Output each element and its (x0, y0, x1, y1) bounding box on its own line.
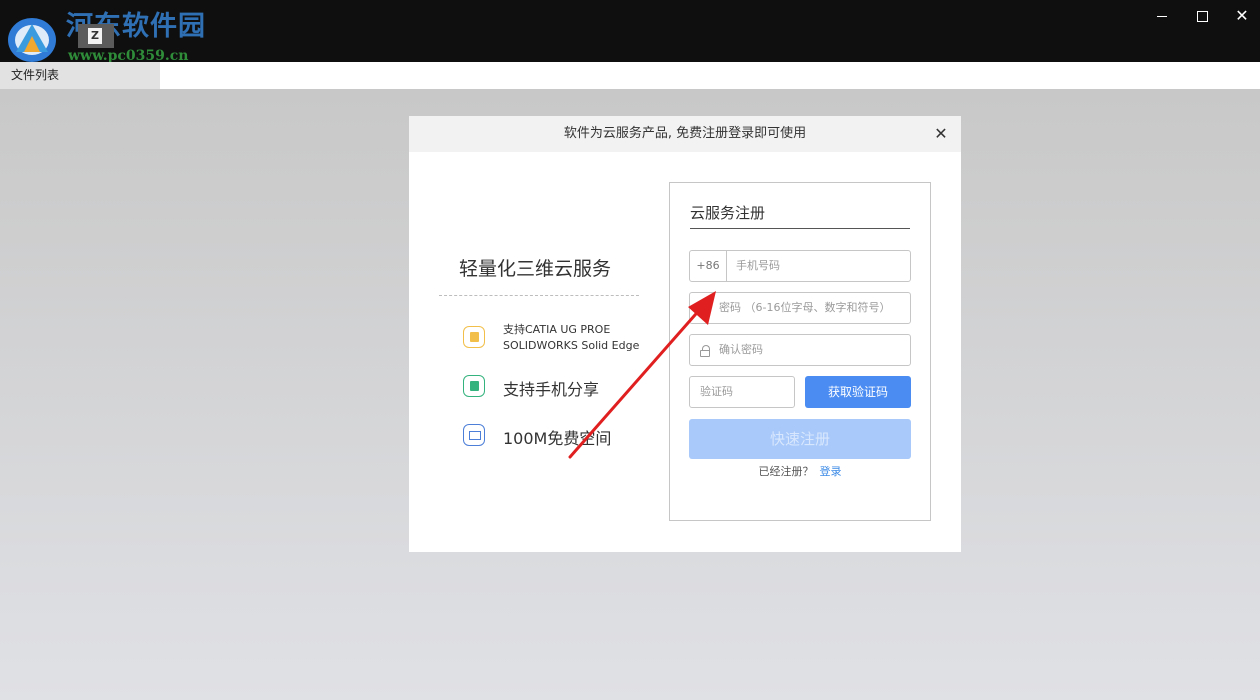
tab-file-list[interactable]: 文件列表 (0, 62, 160, 89)
get-code-button[interactable]: 获取验证码 (805, 376, 911, 408)
promo-title: 轻量化三维云服务 (459, 258, 612, 280)
title-bar: 河东软件园 www.pc0359.cn Z ✕ (0, 0, 1260, 64)
login-prompt: 已经注册？ 登录 (670, 463, 930, 479)
already-registered-text: 已经注册？ (758, 465, 814, 478)
register-title: 云服务注册 (690, 204, 766, 222)
app-icon-glyph: Z (88, 28, 102, 44)
close-icon: ✕ (1235, 6, 1249, 25)
close-window-button[interactable]: ✕ (1220, 0, 1260, 32)
minimize-button[interactable] (1140, 0, 1184, 32)
phone-field[interactable]: +86 手机号码 (689, 250, 911, 282)
layers-icon (463, 326, 485, 348)
monitor-icon (463, 424, 485, 446)
minimize-icon (1157, 16, 1167, 17)
maximize-icon (1197, 11, 1208, 22)
register-divider (690, 228, 910, 229)
login-link[interactable]: 登录 (820, 465, 842, 478)
close-icon: ✕ (934, 124, 948, 143)
dialog-header: 软件为云服务产品, 免费注册登录即可使用 (409, 116, 961, 152)
app-icon: Z (78, 24, 114, 48)
dialog-header-text: 软件为云服务产品, 免费注册登录即可使用 (563, 126, 807, 141)
watermark-logo-icon (8, 18, 56, 62)
dialog-close-button[interactable]: ✕ (933, 116, 949, 152)
share-icon (463, 375, 485, 397)
tab-strip: 文件列表 (0, 62, 1260, 90)
maximize-button[interactable] (1180, 0, 1224, 32)
annotation-arrow-icon (568, 291, 716, 459)
country-code[interactable]: +86 (690, 251, 727, 281)
phone-placeholder: 手机号码 (736, 259, 780, 272)
password-placeholder: 密码 （6-16位字母、数字和符号） (719, 301, 891, 314)
